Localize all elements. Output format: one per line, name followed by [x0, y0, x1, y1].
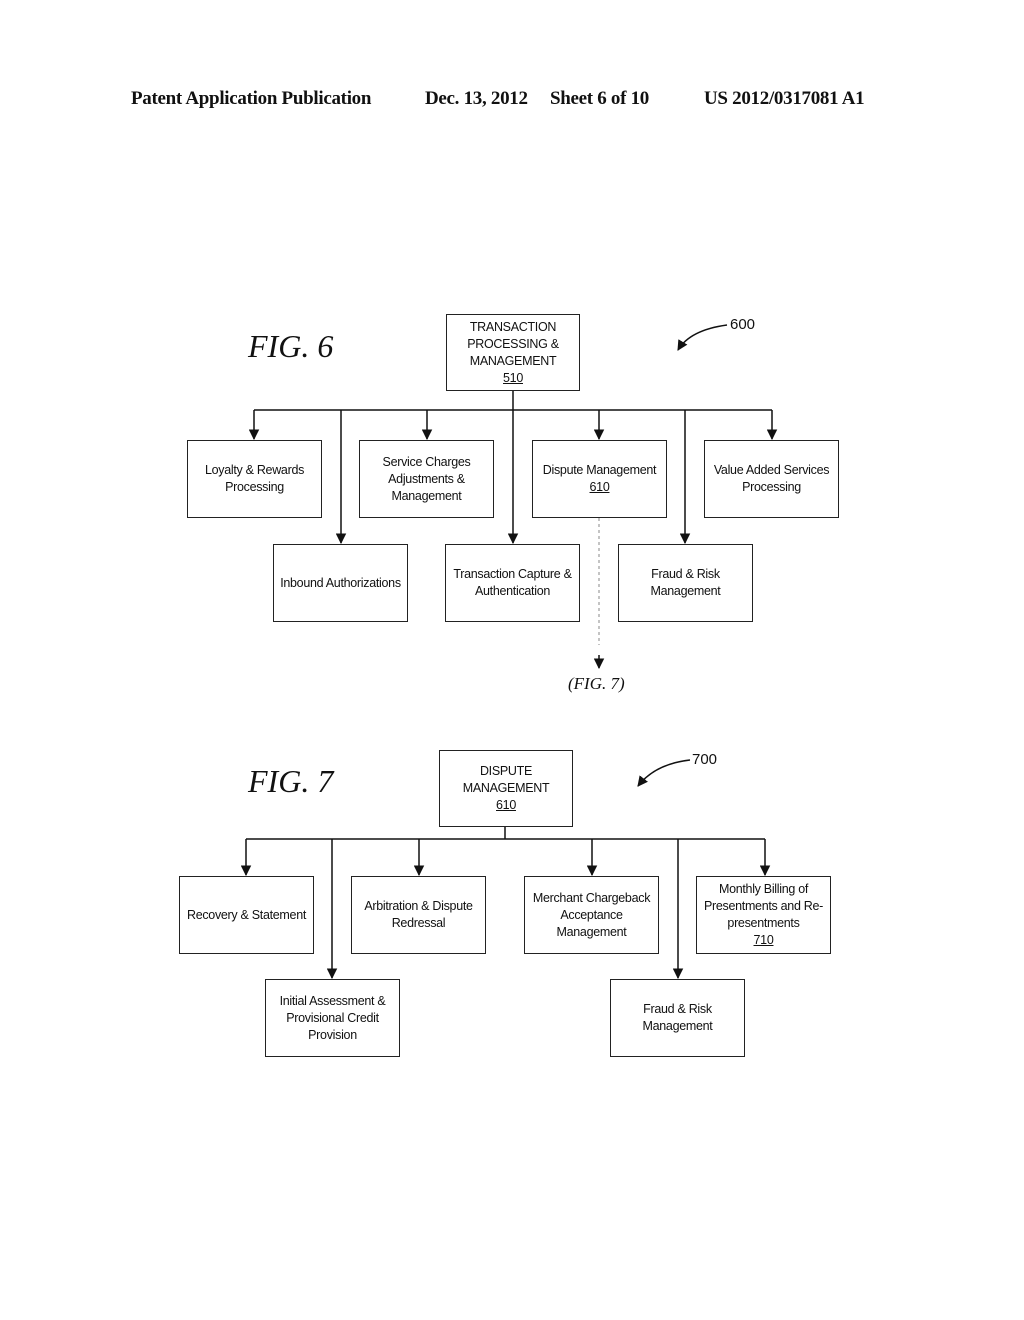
box-line: Provisional Credit	[286, 1010, 379, 1025]
box-line: Value Added Services	[713, 463, 830, 477]
fig7-ref-number: 700	[692, 751, 718, 768]
box-line: Transaction Capture &	[453, 567, 572, 581]
box-line: Service Charges	[382, 454, 471, 469]
fig6-inbound-authorizations-box: Inbound Authorizations	[273, 544, 408, 622]
fig7-root-box: DISPUTE MANAGEMENT 610	[439, 750, 573, 827]
box-line: DISPUTE	[479, 764, 533, 778]
fig6-ref-arrow	[677, 324, 728, 351]
box-ref-number: 710	[753, 933, 774, 947]
box-line: Recovery & Statement	[186, 907, 307, 922]
box-line: Provision	[308, 1027, 357, 1042]
box-line: Arbitration & Dispute	[364, 899, 473, 913]
fig7-label: FIG. 7	[248, 763, 334, 799]
box-line: Fraud & Risk	[651, 567, 720, 581]
fig6-loyalty-rewards-box: Loyalty & Rewards Processing	[187, 440, 322, 518]
box-line: Initial Assessment &	[279, 993, 386, 1008]
box-line: Authentication	[474, 584, 551, 598]
fig7-monthly-billing-box: Monthly Billing of Presentments and Re- …	[696, 876, 831, 954]
box-line: Redressal	[391, 916, 446, 930]
fig7-merchant-chargeback-box: Merchant Chargeback Acceptance Managemen…	[524, 876, 659, 954]
box-line: Acceptance	[560, 907, 623, 922]
fig7-ref-arrow	[637, 759, 691, 787]
connector-lines	[240, 324, 778, 980]
box-line: Adjustments &	[388, 471, 465, 486]
box-line: Management	[642, 1019, 713, 1033]
box-line: Merchant Chargeback	[532, 890, 651, 905]
fig7-arbitration-box: Arbitration & Dispute Redressal	[351, 876, 486, 954]
fig6-service-charges-box: Service Charges Adjustments & Management	[359, 440, 494, 518]
box-ref-number: 610	[589, 480, 610, 494]
box-line: presentments	[727, 916, 800, 930]
fig6-dispute-management-box: Dispute Management 610	[532, 440, 667, 518]
box-line: Management	[650, 584, 721, 598]
box-line: Monthly Billing of	[718, 882, 809, 896]
box-line: Presentments and Re-	[703, 899, 824, 913]
box-ref-number: 610	[496, 798, 516, 812]
box-line: MANAGEMENT	[462, 781, 550, 795]
fig6-ref-number: 600	[730, 316, 756, 333]
box-line: Processing	[742, 480, 801, 494]
fig7-initial-assessment-box: Initial Assessment & Provisional Credit …	[265, 979, 400, 1057]
box-line: Processing	[225, 480, 284, 494]
fig6-fraud-risk-box: Fraud & Risk Management	[618, 544, 753, 622]
box-line: Dispute Management	[542, 463, 657, 477]
box-line: Fraud & Risk	[643, 1002, 712, 1016]
fig6-label: FIG. 6	[248, 328, 334, 364]
box-line: Loyalty & Rewards	[204, 463, 305, 477]
fig7-fraud-risk-box: Fraud & Risk Management	[610, 979, 745, 1057]
fig7-continuation-label: (FIG. 7)	[568, 674, 625, 693]
box-line: TRANSACTION	[469, 319, 557, 334]
box-ref-number: 510	[503, 370, 523, 385]
box-line: Inbound Authorizations	[280, 575, 401, 590]
box-line: Management	[391, 488, 462, 503]
fig6-value-added-services-box: Value Added Services Processing	[704, 440, 839, 518]
box-line: Management	[556, 924, 627, 939]
fig7-recovery-statement-box: Recovery & Statement	[179, 876, 314, 954]
box-line: MANAGEMENT	[469, 353, 557, 368]
box-line: PROCESSING &	[467, 336, 559, 351]
fig6-root-box: TRANSACTION PROCESSING & MANAGEMENT 510	[446, 314, 580, 391]
fig6-transaction-capture-box: Transaction Capture & Authentication	[445, 544, 580, 622]
